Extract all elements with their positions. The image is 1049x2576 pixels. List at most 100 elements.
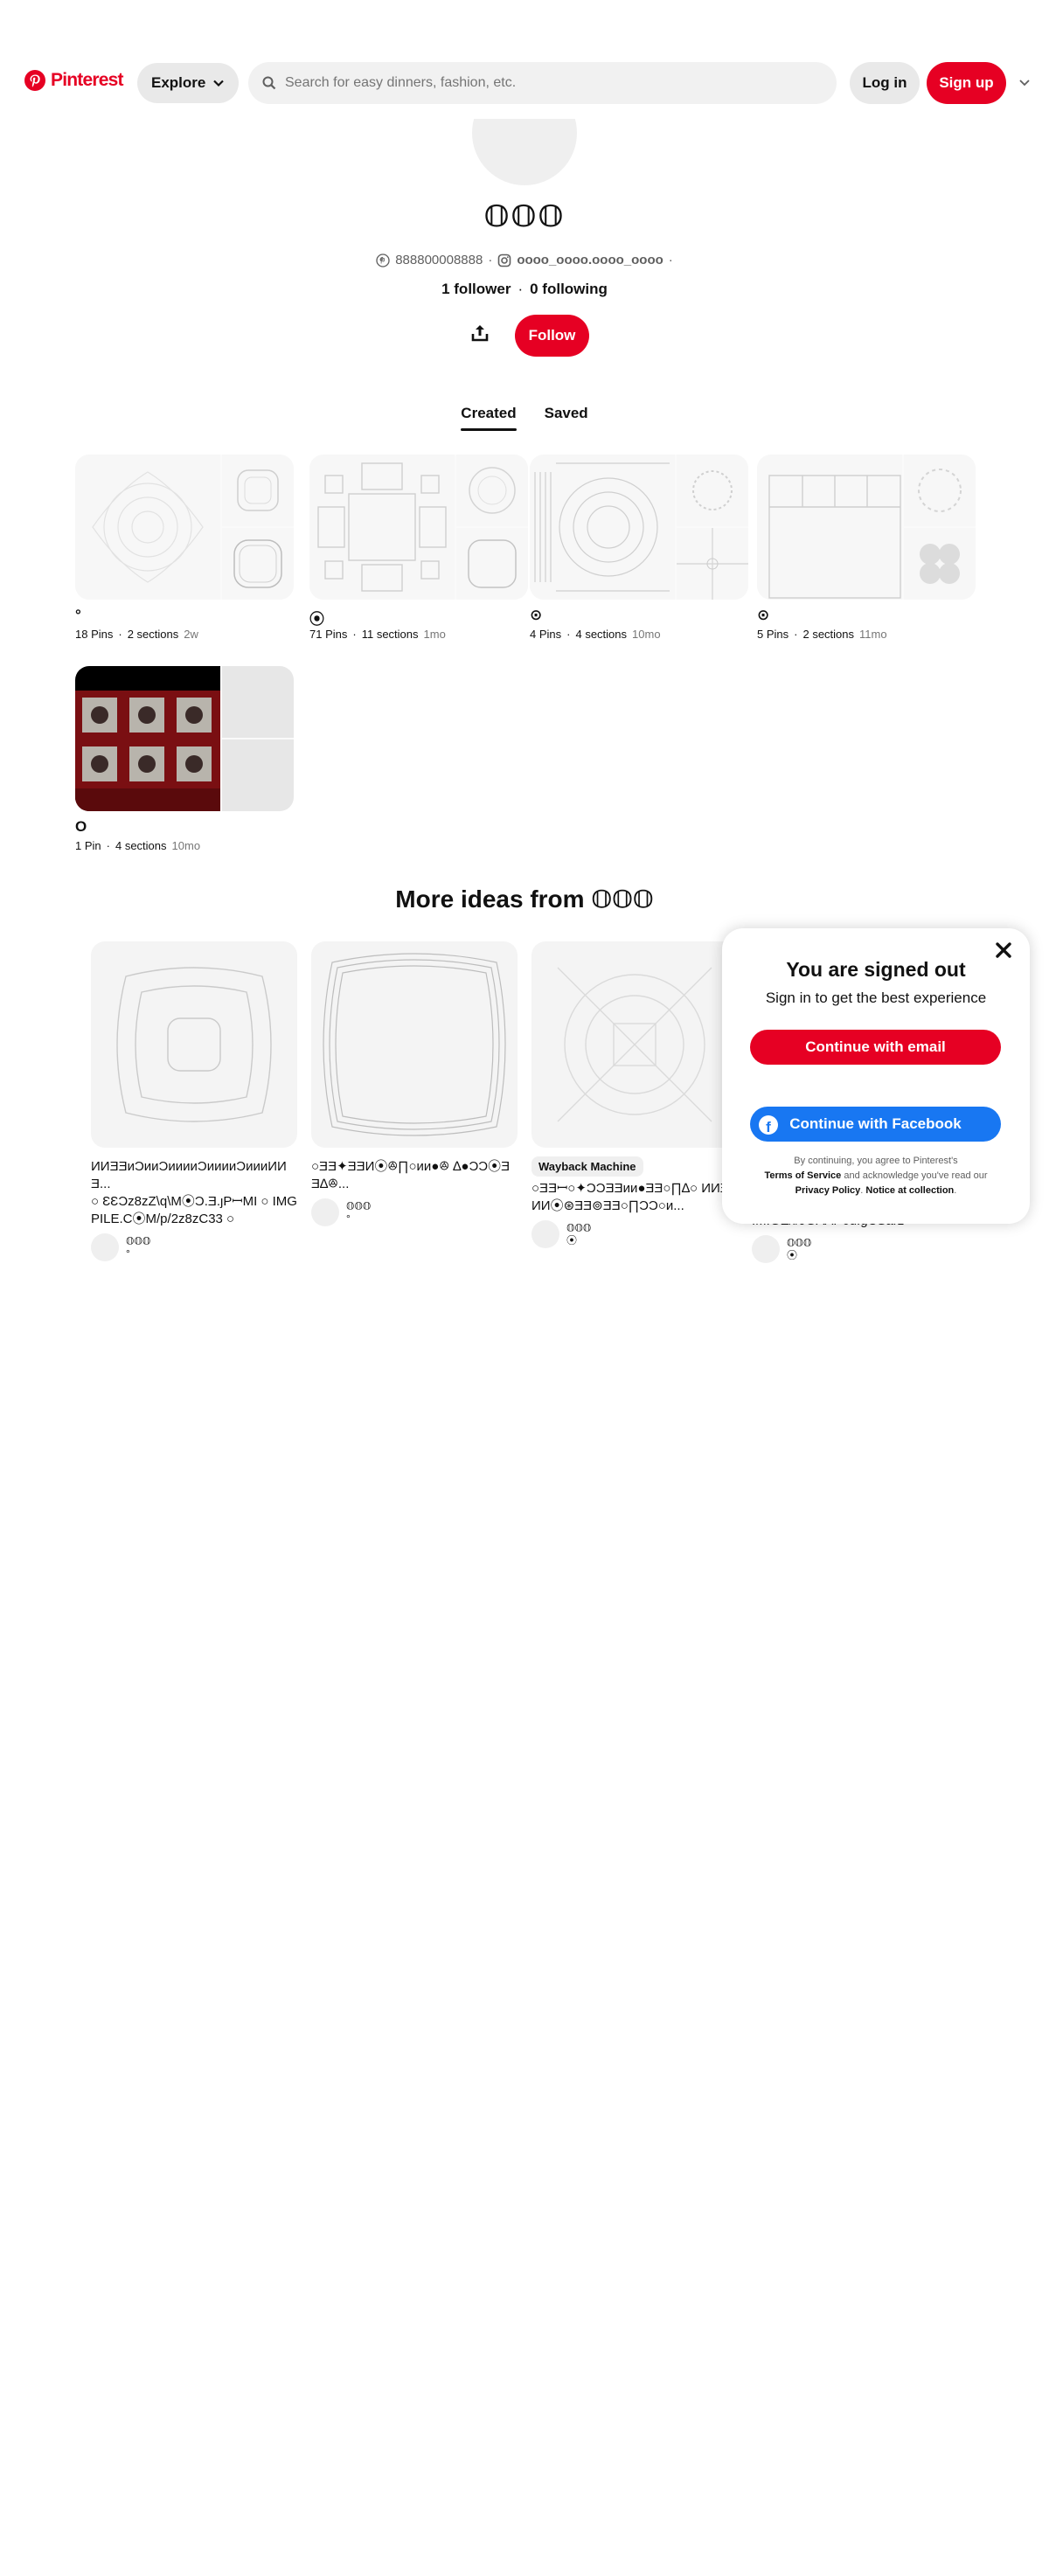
pin-author[interactable]: 𝕆𝕆𝕆 °	[91, 1233, 297, 1261]
board-section-count: 2 sections	[127, 628, 179, 641]
board-cover-image	[469, 467, 516, 514]
pin-card[interactable]: Wayback Machine ○ƎƎꟷ○✦ƆƆƎƎᴎᴎ●ƎƎ○∏∆○ ИИƎƎ…	[531, 941, 738, 1248]
board-card[interactable]: ⦿ 71 Pins · 11 sections 1mo	[309, 455, 528, 641]
board-card[interactable]: O 1 Pin · 4 sections 10mo	[75, 666, 294, 852]
pinterest-icon	[24, 70, 45, 91]
board-updated: 2w	[184, 628, 198, 641]
board-meta: 18 Pins · 2 sections 2w	[75, 628, 198, 641]
more-ideas-title: More ideas from 𝕆𝕆𝕆	[395, 885, 654, 913]
author-name: 𝕆𝕆𝕆	[566, 1222, 592, 1234]
author-subtitle: °	[126, 1247, 130, 1260]
board-section-count: 11 sections	[361, 628, 419, 641]
continue-with-email-button[interactable]: Continue with email	[750, 1030, 1001, 1065]
board-cover-image	[768, 475, 901, 599]
board-title: ⦿	[309, 611, 324, 628]
search-input[interactable]	[285, 75, 809, 91]
followers-count[interactable]: 1 follower	[441, 281, 511, 298]
login-button[interactable]: Log in	[850, 62, 920, 104]
board-meta: 1 Pin · 4 sections 10mo	[75, 839, 201, 852]
notice-link[interactable]: Notice at collection	[865, 1185, 954, 1196]
separator-dot: ·	[518, 281, 524, 297]
brand-name: Pinterest	[51, 70, 123, 90]
pin-author[interactable]: 𝕆𝕆𝕆 °	[311, 1198, 518, 1226]
board-updated: 1mo	[423, 628, 446, 641]
pin-image-art	[557, 967, 712, 1122]
close-icon	[996, 941, 1011, 958]
modal-title: You are signed out	[786, 958, 966, 981]
explore-button[interactable]: Explore	[137, 63, 240, 103]
board-cover-image	[233, 539, 282, 588]
author-name: 𝕆𝕆𝕆	[787, 1237, 812, 1249]
facebook-label: Continue with Facebook	[789, 1115, 962, 1132]
privacy-link[interactable]: Privacy Policy	[795, 1185, 861, 1196]
follow-button[interactable]: Follow	[515, 315, 589, 357]
pin-source-badge[interactable]: Wayback Machine	[531, 1156, 643, 1177]
tab-saved[interactable]: Saved	[545, 401, 588, 431]
board-cover-image	[92, 471, 204, 583]
board-cover-image	[918, 469, 962, 512]
pin-title[interactable]: ИИƎƎᴎƆᴎᴎƆᴎᴎᴎᴎƆᴎᴎᴎᴎƆᴎᴎᴎИИƎ...	[91, 1158, 297, 1193]
board-updated: 10mo	[632, 628, 661, 641]
share-icon	[471, 325, 489, 342]
board-title: ⊙	[757, 607, 770, 623]
modal-subtitle: Sign in to get the best experience	[765, 989, 987, 1006]
pinterest-logo[interactable]: Pinterest	[24, 70, 123, 91]
terms-link[interactable]: Terms of Service	[764, 1170, 841, 1181]
board-cover-image	[920, 544, 960, 584]
tab-created[interactable]: Created	[461, 401, 517, 431]
avatar	[531, 1220, 559, 1248]
board-cover	[530, 455, 748, 600]
board-cover	[75, 666, 294, 811]
author-subtitle: ⦿	[787, 1249, 798, 1261]
pin-title[interactable]: ○ƎƎ✦ƎƎИ⦿ꔮ∏○ᴎᴎ●ꔮ ∆●ƆƆ⦿ƎƎ∆ꔮ...	[311, 1158, 518, 1193]
signup-button[interactable]: Sign up	[927, 62, 1006, 104]
legal-mid: and acknowledge you've read our	[844, 1170, 988, 1181]
signed-out-modal: You are signed out Sign in to get the be…	[722, 928, 1030, 1224]
pin-image-art	[116, 967, 272, 1122]
more-options-button[interactable]	[1014, 70, 1035, 96]
board-updated: 11mo	[859, 628, 887, 641]
pin-image[interactable]	[531, 941, 738, 1148]
pin-image[interactable]	[311, 941, 518, 1148]
board-cover-image	[692, 470, 733, 510]
board-pin-count: 18 Pins	[75, 628, 114, 641]
facebook-icon: f	[759, 1115, 778, 1135]
pin-card[interactable]: ИИƎƎᴎƆᴎᴎƆᴎᴎᴎᴎƆᴎᴎᴎᴎƆᴎᴎᴎИИƎ... ○ ƐƐƆz8zZ\q…	[91, 941, 297, 1261]
board-title: °	[75, 607, 81, 623]
following-count[interactable]: 0 following	[530, 281, 608, 298]
search-bar[interactable]	[248, 62, 837, 104]
board-pin-count: 4 Pins	[530, 628, 562, 641]
pinterest-icon	[376, 253, 390, 267]
instagram-handle[interactable]: oooo_oooo.oooo_oooo	[517, 253, 663, 267]
author-name: 𝕆𝕆𝕆	[346, 1200, 372, 1212]
board-title: ⊙	[530, 607, 543, 623]
board-card[interactable]: ° 18 Pins · 2 sections 2w	[75, 455, 294, 641]
board-card[interactable]: ⊙ 5 Pins · 2 sections 11mo	[757, 455, 976, 641]
avatar	[752, 1235, 780, 1263]
profile-links: 888800008888 · oooo_oooo.oooo_oooo ·	[0, 253, 1049, 267]
board-section-count: 2 sections	[802, 628, 855, 641]
board-section-count: 4 sections	[575, 628, 628, 641]
continue-with-facebook-button[interactable]: f Continue with Facebook	[750, 1107, 1001, 1142]
pin-description: ○ ƐƐƆz8zZ\q\M⦿Ɔ.Ǝ.ȷPꟷMI ○ IMGPILE.C⦿M/p/…	[91, 1194, 297, 1226]
avatar	[91, 1233, 119, 1261]
pinterest-handle[interactable]: 888800008888	[395, 253, 483, 267]
board-meta: 71 Pins · 11 sections 1mo	[309, 628, 446, 641]
search-icon	[262, 76, 276, 90]
explore-label: Explore	[151, 74, 206, 91]
board-meta: 4 Pins · 4 sections 10mo	[530, 628, 661, 641]
board-pin-count: 71 Pins	[309, 628, 348, 641]
board-card[interactable]: ⊙ 4 Pins · 4 sections 10mo	[530, 455, 748, 641]
pin-image[interactable]	[91, 941, 297, 1148]
pin-author[interactable]: 𝕆𝕆𝕆 ⦿	[531, 1220, 738, 1248]
board-cover-image	[75, 691, 220, 811]
board-cover-image	[317, 462, 447, 592]
board-section-count: 4 sections	[115, 839, 167, 852]
share-button[interactable]	[462, 315, 498, 351]
board-pin-count: 1 Pin	[75, 839, 101, 852]
separator-dot: ·	[488, 253, 493, 267]
board-cover	[757, 455, 976, 600]
pin-title[interactable]: ○ƎƎꟷ○✦ƆƆƎƎᴎᴎ●ƎƎ○∏∆○ ИИƎƎИИ⦿⊛ƎƎ⊚ƎƎ○∏ƆƆ○ᴎ.…	[531, 1180, 738, 1215]
pin-author[interactable]: 𝕆𝕆𝕆 ⦿	[752, 1235, 958, 1263]
pin-card[interactable]: ○ƎƎ✦ƎƎИ⦿ꔮ∏○ᴎᴎ●ꔮ ∆●ƆƆ⦿ƎƎ∆ꔮ... 𝕆𝕆𝕆 °	[311, 941, 518, 1226]
